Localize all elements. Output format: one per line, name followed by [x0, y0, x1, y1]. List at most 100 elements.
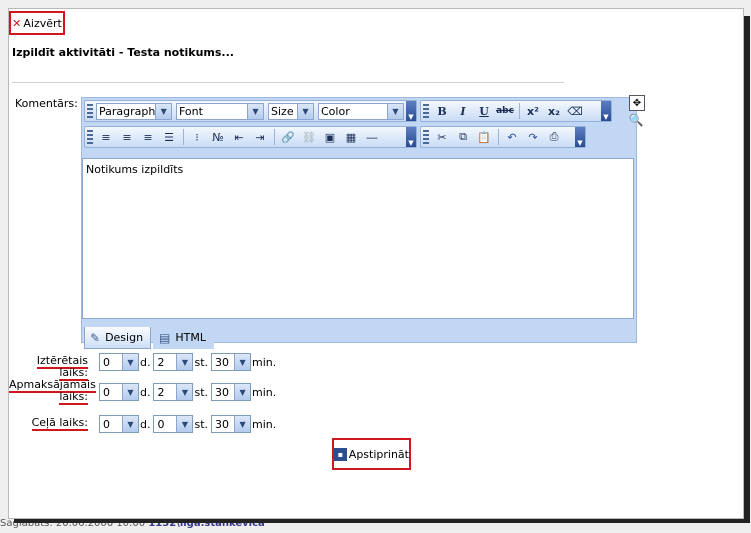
numbered-list-icon[interactable]: № — [208, 128, 228, 146]
print-icon[interactable]: ⎙ — [544, 128, 564, 146]
outdent-icon[interactable]: ⇤ — [229, 128, 249, 146]
chevron-down-icon: ▼ — [122, 416, 138, 432]
subscript-icon[interactable]: x₂ — [544, 102, 564, 120]
redo-icon[interactable]: ↷ — [523, 128, 543, 146]
dialog-title: Izpildīt aktivitāti - Testa notikums... — [12, 46, 234, 59]
days-unit: d. — [140, 385, 151, 399]
toolbar-grip[interactable] — [423, 104, 429, 118]
editor-mode-tabs: ✎ Design ▤ HTML — [84, 327, 216, 349]
paragraph-select[interactable]: Paragraph ▼ — [96, 102, 172, 120]
tab-design-label: Design — [105, 331, 144, 344]
strikethrough-icon[interactable]: abc — [495, 102, 515, 120]
format-toolbar: Paragraph ▼ Font ▼ Size ▼ Color ▼ ▼ — [84, 100, 417, 122]
billable-time-label: Apmaksājamais laiks: — [9, 378, 96, 405]
travel-days-select[interactable]: 0 ▼ — [99, 415, 139, 433]
font-select[interactable]: Font ▼ — [176, 102, 264, 120]
travel-time-label: Ceļā laiks: — [31, 416, 88, 431]
bold-icon[interactable]: B — [432, 102, 452, 120]
spent-minutes-select[interactable]: 30 ▼ — [211, 353, 252, 371]
toolbar-options-icon[interactable]: ▼ — [406, 127, 416, 147]
bullet-list-icon[interactable]: ⁝ — [187, 128, 207, 146]
chevron-down-icon: ▼ — [122, 354, 138, 370]
close-button[interactable]: ✕ Aizvērt — [9, 11, 65, 35]
size-select[interactable]: Size ▼ — [268, 102, 314, 120]
align-center-icon[interactable]: ≡ — [117, 128, 137, 146]
chevron-down-icon: ▼ — [155, 103, 171, 119]
travel-hours-select[interactable]: 0 ▼ — [153, 415, 194, 433]
toolbar-grip[interactable] — [87, 130, 93, 144]
indent-icon[interactable]: ⇥ — [250, 128, 270, 146]
billable-minutes-select[interactable]: 30 ▼ — [211, 383, 252, 401]
html-icon: ▤ — [159, 330, 171, 345]
editor-content[interactable]: Notikums izpildīts — [82, 158, 634, 319]
billable-hours-select[interactable]: 2 ▼ — [153, 383, 194, 401]
travel-time-row: 0 ▼ d. 0 ▼ st. 30 ▼ min. — [99, 415, 279, 433]
close-icon: ✕ — [12, 16, 22, 30]
save-icon: ▪ — [334, 447, 347, 461]
rich-text-editor: Paragraph ▼ Font ▼ Size ▼ Color ▼ ▼ B I U ab… — [81, 97, 637, 349]
dialog: ✕ Aizvērt Izpildīt aktivitāti - Testa no… — [8, 8, 744, 519]
toolbar-separator — [183, 129, 184, 145]
chevron-down-icon: ▼ — [387, 103, 403, 119]
undo-icon[interactable]: ↶ — [502, 128, 522, 146]
minutes-unit: min. — [252, 417, 277, 431]
color-select[interactable]: Color ▼ — [318, 102, 404, 120]
spent-hours-select[interactable]: 2 ▼ — [153, 353, 194, 371]
tab-html[interactable]: ▤ HTML — [153, 327, 215, 349]
underline-icon[interactable]: U — [474, 102, 494, 120]
eraser-icon[interactable]: ⌫ — [565, 102, 585, 120]
chevron-down-icon: ▼ — [176, 354, 193, 370]
submit-label: Apstiprināt — [348, 447, 409, 461]
horizontal-rule-icon[interactable]: ― — [362, 128, 382, 146]
zoom-icon[interactable]: 🔍 — [629, 113, 644, 127]
paste-icon[interactable]: 📋 — [474, 128, 494, 146]
toolbar-separator — [519, 103, 520, 119]
travel-minutes-select[interactable]: 30 ▼ — [211, 415, 252, 433]
paragraph-toolbar: ≡ ≡ ≡ ☰ ⁝ № ⇤ ⇥ 🔗 ⛓ ▣ ▦ ― ▼ — [84, 126, 417, 148]
toolbar-separator — [274, 129, 275, 145]
chevron-down-icon: ▼ — [176, 416, 193, 432]
align-right-icon[interactable]: ≡ — [138, 128, 158, 146]
billable-time-row: 0 ▼ d. 2 ▼ st. 30 ▼ min. — [99, 383, 279, 401]
chevron-down-icon: ▼ — [234, 384, 251, 400]
copy-icon[interactable]: ⧉ — [453, 128, 473, 146]
tab-design[interactable]: ✎ Design — [84, 327, 152, 349]
text-style-toolbar: B I U abc x² x₂ ⌫ ▼ — [420, 100, 612, 122]
align-left-icon[interactable]: ≡ — [96, 128, 116, 146]
chevron-down-icon: ▼ — [297, 103, 313, 119]
tab-html-label: HTML — [175, 331, 207, 344]
comment-label: Komentārs: — [15, 97, 78, 110]
days-unit: d. — [140, 355, 151, 369]
cut-icon[interactable]: ✂ — [432, 128, 452, 146]
unlink-icon[interactable]: ⛓ — [299, 128, 319, 146]
table-icon[interactable]: ▦ — [341, 128, 361, 146]
toolbar-options-icon[interactable]: ▼ — [406, 101, 416, 121]
chevron-down-icon: ▼ — [247, 103, 263, 119]
expand-editor-icon[interactable]: ✥ — [629, 95, 645, 111]
hours-unit: st. — [194, 417, 209, 431]
image-icon[interactable]: ▣ — [320, 128, 340, 146]
italic-icon[interactable]: I — [453, 102, 473, 120]
toolbar-options-icon[interactable]: ▼ — [601, 101, 611, 121]
hours-unit: st. — [194, 385, 209, 399]
close-label: Aizvērt — [23, 16, 62, 30]
spent-days-select[interactable]: 0 ▼ — [99, 353, 139, 371]
spent-time-row: 0 ▼ d. 2 ▼ st. 30 ▼ min. — [99, 353, 279, 371]
spent-time-label: Iztērētais laiks: — [36, 354, 88, 381]
chevron-down-icon: ▼ — [176, 384, 193, 400]
superscript-icon[interactable]: x² — [523, 102, 543, 120]
minutes-unit: min. — [252, 385, 277, 399]
divider — [12, 82, 564, 83]
chevron-down-icon: ▼ — [122, 384, 138, 400]
hours-unit: st. — [194, 355, 209, 369]
align-justify-icon[interactable]: ☰ — [159, 128, 179, 146]
toolbar-options-icon[interactable]: ▼ — [575, 127, 585, 147]
link-icon[interactable]: 🔗 — [278, 128, 298, 146]
billable-days-select[interactable]: 0 ▼ — [99, 383, 139, 401]
days-unit: d. — [140, 417, 151, 431]
toolbar-grip[interactable] — [87, 104, 93, 118]
submit-button[interactable]: ▪ Apstiprināt — [332, 438, 411, 470]
toolbar-grip[interactable] — [423, 130, 429, 144]
toolbar-separator — [498, 129, 499, 145]
editor-text: Notikums izpildīts — [86, 163, 184, 176]
